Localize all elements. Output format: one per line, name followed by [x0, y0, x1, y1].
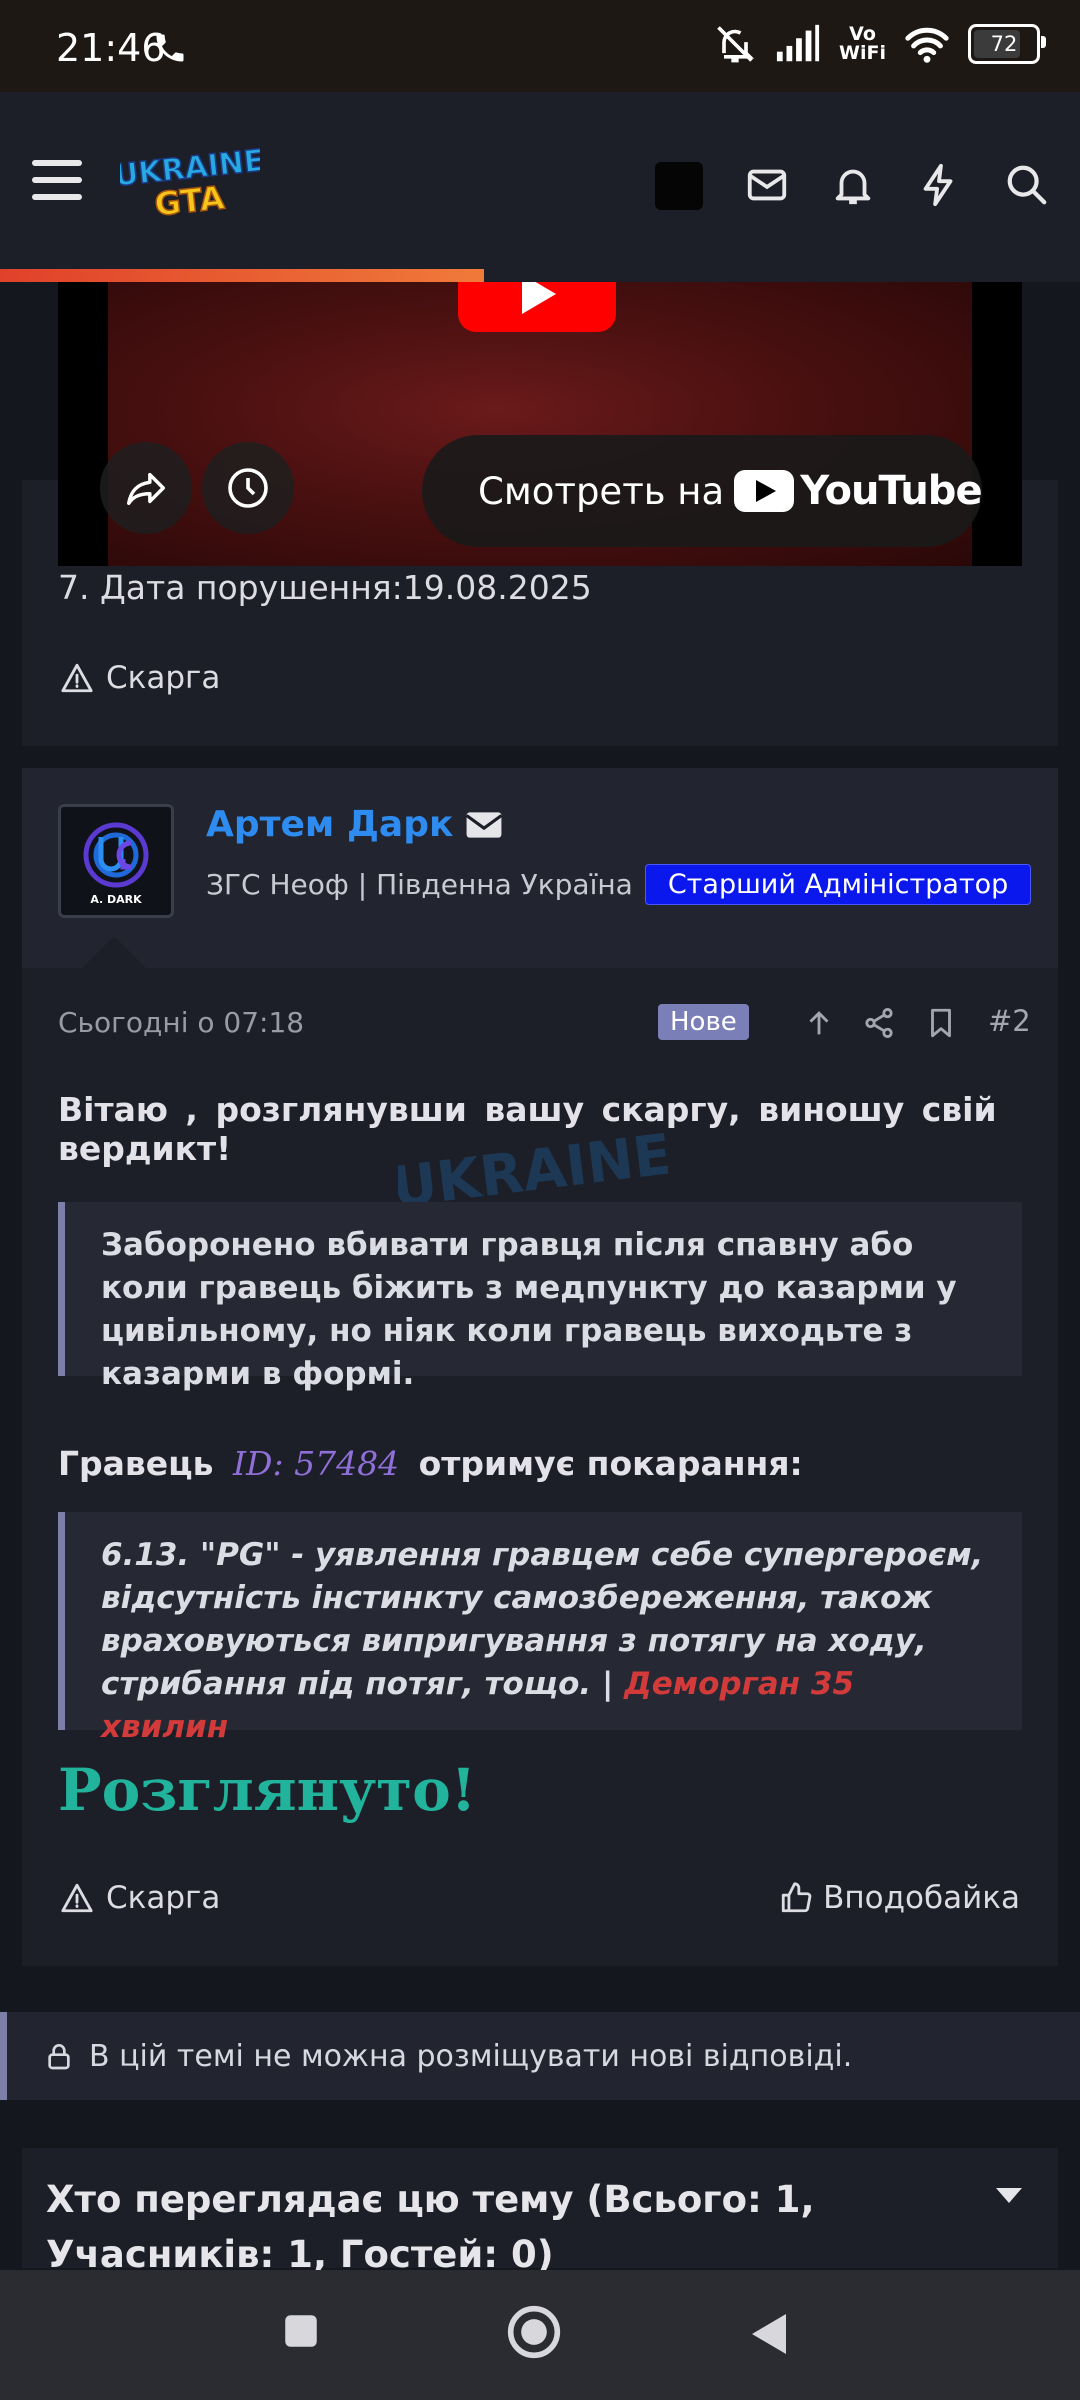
- vowifi-bottom: WiFi: [839, 42, 886, 64]
- svg-text:GTA: GTA: [153, 178, 227, 222]
- post-2-card: A. DARK Артем Дарк ЗГС Неоф | Південна У…: [22, 768, 1058, 1966]
- loading-progress-bar: [0, 269, 484, 282]
- bell-icon[interactable]: [830, 162, 876, 208]
- post-date[interactable]: Сьогодні о 07:18: [58, 1006, 304, 1039]
- thread-viewers-panel[interactable]: Хто переглядає цю тему (Всього: 1, Учасн…: [22, 2148, 1058, 2276]
- player-suffix: отримує покарання:: [418, 1444, 803, 1483]
- status-bar: 21:46 Vo WiFi 72: [0, 0, 1080, 92]
- warning-icon: [61, 1883, 93, 1913]
- avatar-caption: A. DARK: [90, 893, 142, 906]
- mute-vibrate-icon: [717, 26, 755, 63]
- phone-call-icon: [156, 34, 184, 62]
- youtube-brand-text: YouTube: [800, 468, 982, 514]
- status-time: 21:46: [56, 26, 166, 70]
- thumbs-up-icon: [781, 1882, 812, 1913]
- author-subtitle: ЗГС Неоф | Південна Україна: [206, 868, 633, 901]
- watch-on-youtube-button[interactable]: Смотреть на YouTube: [422, 435, 983, 547]
- watch-on-label: Смотреть на: [478, 469, 725, 513]
- profile-avatar[interactable]: [655, 162, 703, 210]
- role-badge: Старший Адміністратор: [644, 864, 1032, 905]
- share-icon[interactable]: [862, 1006, 896, 1040]
- report-label-2: Скарга: [106, 1880, 221, 1916]
- youtube-play-button[interactable]: [458, 282, 616, 332]
- author-avatar-logo: A. DARK: [83, 822, 149, 906]
- watch-later-button[interactable]: [202, 442, 294, 534]
- verdict-status: Розглянуто!: [58, 1756, 477, 1824]
- mail-icon[interactable]: [744, 162, 790, 208]
- header-arrow: [80, 936, 148, 970]
- site-header: UKRAINE GTA: [0, 92, 1080, 282]
- search-icon[interactable]: [1004, 162, 1050, 208]
- player-prefix: Гравець: [58, 1444, 214, 1483]
- youtube-logo: YouTube: [734, 468, 983, 514]
- status-icons: Vo WiFi 72: [713, 22, 1046, 66]
- author-avatar[interactable]: A. DARK: [58, 804, 174, 918]
- author-meta: ЗГС Неоф | Південна Україна Старший Адмі…: [206, 864, 1032, 905]
- share-arrow-icon: [127, 472, 165, 506]
- arrow-up-icon[interactable]: [802, 1006, 836, 1040]
- viewers-title: Хто переглядає цю тему (Всього: 1, Учасн…: [46, 2178, 815, 2276]
- bookmark-icon[interactable]: [924, 1006, 958, 1040]
- new-badge: Нове: [658, 1004, 749, 1040]
- recent-apps-button[interactable]: [280, 2310, 322, 2352]
- warning-icon: [61, 663, 93, 693]
- lock-icon: [48, 2044, 70, 2070]
- violation-date: 7. Дата порушення:19.08.2025: [58, 568, 592, 607]
- youtube-embed[interactable]: Смотреть на YouTube: [58, 282, 1022, 566]
- rule-quote: Заборонено вбивати гравця після спавну а…: [58, 1202, 1022, 1392]
- clock-icon: [228, 468, 268, 508]
- envelope-icon[interactable]: [465, 810, 503, 840]
- home-button[interactable]: [506, 2304, 562, 2360]
- youtube-icon: [734, 470, 795, 512]
- report-button[interactable]: Скарга: [60, 660, 220, 696]
- report-label: Скарга: [106, 660, 221, 696]
- bolt-icon[interactable]: [916, 162, 962, 208]
- author-name[interactable]: Артем Дарк: [206, 804, 453, 845]
- post-author-header: A. DARK Артем Дарк ЗГС Неоф | Південна У…: [22, 768, 1058, 970]
- system-navigation-bar: [0, 2270, 1080, 2400]
- wifi-icon: [905, 27, 949, 63]
- chevron-down-icon[interactable]: [996, 2188, 1022, 2203]
- back-button[interactable]: [746, 2310, 790, 2358]
- thread-locked-notice: В цій темі не можна розміщувати нові від…: [0, 2012, 1080, 2100]
- like-label: Вподобайка: [823, 1880, 1020, 1916]
- site-logo[interactable]: UKRAINE GTA: [120, 146, 260, 222]
- signal-icon: [776, 24, 820, 62]
- share-video-button[interactable]: [100, 442, 192, 534]
- author-name-row: Артем Дарк: [206, 804, 503, 845]
- penalty-quote: 6.13. "PG" - уявлення гравцем себе супер…: [58, 1512, 1022, 1745]
- player-penalty-line: Гравець ID: 57484 отримує покарання:: [58, 1444, 803, 1483]
- post-number[interactable]: #2: [988, 1004, 1031, 1038]
- player-id: ID: 57484: [233, 1444, 400, 1483]
- report-button-2[interactable]: Скарга: [60, 1880, 220, 1916]
- battery-level: 72: [990, 32, 1018, 56]
- battery-icon: 72: [968, 24, 1046, 64]
- vowifi-indicator: Vo WiFi: [839, 25, 886, 63]
- menu-icon[interactable]: [32, 160, 82, 200]
- locked-text: В цій темі не можна розміщувати нові від…: [89, 2038, 853, 2074]
- like-button[interactable]: Вподобайка: [779, 1880, 1020, 1916]
